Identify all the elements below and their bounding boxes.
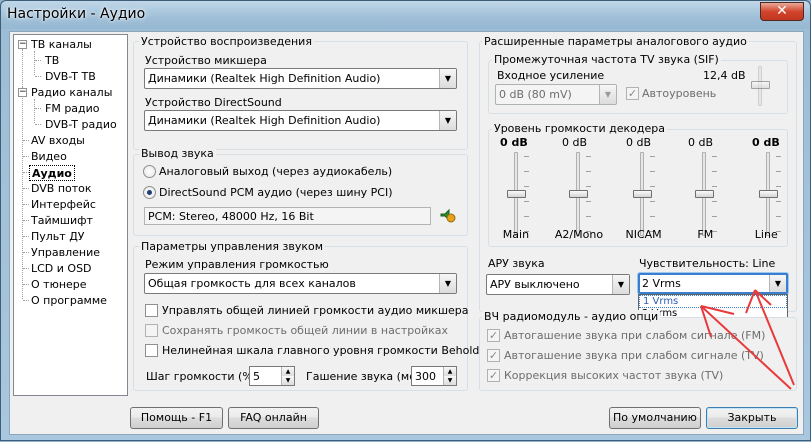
settings-window: Настройки - Аудио ✕ − − ТВ каналы ТВ DVB… — [0, 0, 811, 441]
annotation-arrow — [700, 289, 795, 390]
